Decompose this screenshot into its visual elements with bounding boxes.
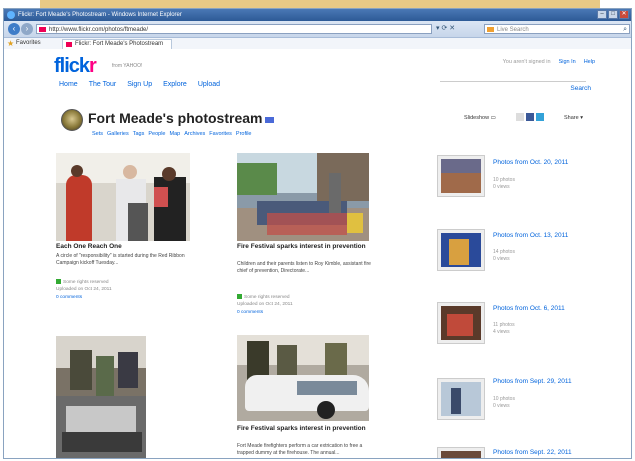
set-count-oct20: 10 photos bbox=[493, 177, 515, 183]
url-text: http://www.flickr.com/photos/ftmeade/ bbox=[49, 27, 149, 33]
email-icon[interactable] bbox=[516, 113, 524, 121]
photo-desc-3: Fort Meade firefighters perform a car ex… bbox=[237, 443, 363, 456]
photostream-subnav: Sets Galleries Tags People Map Archives … bbox=[92, 131, 252, 137]
set-views-oct6: 4 views bbox=[493, 329, 510, 335]
facebook-icon[interactable] bbox=[526, 113, 534, 121]
photo-title-3[interactable]: Fire Festival sparks interest in prevent… bbox=[237, 425, 377, 433]
subnav-sets[interactable]: Sets bbox=[92, 131, 103, 137]
search-placeholder: Live Search bbox=[497, 27, 529, 33]
share-button[interactable]: Share ▾ bbox=[564, 115, 583, 121]
ie-icon bbox=[7, 11, 15, 19]
photo-uploaded-2: Uploaded on Oct 24, 2011 bbox=[237, 302, 293, 307]
sign-in-link[interactable]: Sign In bbox=[559, 59, 576, 65]
set-views-oct20: 0 views bbox=[493, 184, 510, 190]
set-thumb-oct20[interactable] bbox=[437, 155, 485, 197]
photo-each-one-reach-one[interactable] bbox=[56, 153, 190, 241]
flickr-search-input[interactable] bbox=[440, 73, 586, 82]
photo-extrication-left[interactable] bbox=[56, 336, 146, 458]
maximize-button[interactable]: □ bbox=[608, 10, 618, 19]
help-link[interactable]: Help bbox=[584, 59, 595, 65]
twitter-icon[interactable] bbox=[536, 113, 544, 121]
set-count-oct13: 14 photos bbox=[493, 249, 515, 255]
flickr-page: flickr from YAHOO! Home The Tour Sign Up… bbox=[4, 49, 631, 458]
cc-icon bbox=[237, 294, 242, 299]
top-gold-band bbox=[40, 0, 600, 8]
nav-home[interactable]: Home bbox=[59, 81, 78, 88]
address-bar-row: ‹ › http://www.flickr.com/photos/ftmeade… bbox=[4, 21, 631, 38]
subnav-favorites[interactable]: Favorites bbox=[209, 131, 232, 137]
set-title-oct20[interactable]: Photos from Oct. 20, 2011 bbox=[493, 159, 573, 167]
set-title-oct6[interactable]: Photos from Oct. 6, 2011 bbox=[493, 305, 573, 313]
flickr-search-button[interactable]: Search bbox=[570, 85, 591, 92]
subnav-tags[interactable]: Tags bbox=[133, 131, 145, 137]
subnav-galleries[interactable]: Galleries bbox=[107, 131, 129, 137]
contact-icon[interactable] bbox=[265, 117, 274, 123]
set-title-sept29[interactable]: Photos from Sept. 29, 2011 bbox=[493, 378, 573, 386]
minimize-button[interactable]: – bbox=[597, 10, 607, 19]
set-title-oct13[interactable]: Photos from Oct. 13, 2011 bbox=[493, 232, 573, 240]
favorites-star-icon[interactable]: ★ bbox=[7, 38, 14, 49]
set-thumb-oct13[interactable] bbox=[437, 229, 485, 271]
flickr-nav: Home The Tour Sign Up Explore Upload bbox=[59, 81, 220, 88]
live-search-icon bbox=[487, 27, 494, 32]
forward-button[interactable]: › bbox=[21, 23, 33, 35]
photo-comments-1[interactable]: 0 comments bbox=[56, 295, 82, 300]
yahoo-tagline: from YAHOO! bbox=[112, 63, 143, 69]
set-views-oct13: 0 views bbox=[493, 256, 510, 262]
live-search-input[interactable]: Live Search ⌕ bbox=[484, 24, 630, 34]
signin-hint: You aren't signed in bbox=[502, 59, 551, 65]
photo-title-1[interactable]: Each One Reach One bbox=[56, 243, 196, 251]
search-icon[interactable]: ⌕ bbox=[623, 25, 627, 35]
tab-favicon bbox=[66, 42, 72, 47]
tab-label: Flickr: Fort Meade's Photostream bbox=[75, 41, 164, 47]
back-button[interactable]: ‹ bbox=[8, 23, 20, 35]
close-button[interactable]: ✕ bbox=[619, 10, 629, 19]
refresh-stop-buttons[interactable]: ▾ ⟳ ✕ bbox=[436, 24, 476, 34]
nav-signup[interactable]: Sign Up bbox=[127, 81, 152, 88]
photo-rights-2: Some rights reserved bbox=[237, 294, 290, 301]
subnav-people[interactable]: People bbox=[148, 131, 165, 137]
window-title: Flickr: Fort Meade's Photostream - Windo… bbox=[18, 12, 182, 18]
favorites-button[interactable]: Favorites bbox=[16, 38, 41, 49]
photo-rights-1: Some rights reserved bbox=[56, 279, 109, 286]
browser-tab[interactable]: Flickr: Fort Meade's Photostream bbox=[62, 39, 173, 49]
subnav-archives[interactable]: Archives bbox=[184, 131, 205, 137]
nav-explore[interactable]: Explore bbox=[163, 81, 187, 88]
photo-fire-festival-1[interactable] bbox=[237, 153, 369, 241]
window-titlebar: Flickr: Fort Meade's Photostream - Windo… bbox=[4, 9, 631, 21]
set-thumb-oct6[interactable] bbox=[437, 302, 485, 344]
window-controls: – □ ✕ bbox=[597, 10, 629, 19]
subnav-profile[interactable]: Profile bbox=[236, 131, 252, 137]
nav-tour[interactable]: The Tour bbox=[89, 81, 117, 88]
flickr-logo[interactable]: flickr bbox=[54, 55, 97, 78]
set-thumb-sept29[interactable] bbox=[437, 378, 485, 420]
set-count-oct6: 11 photos bbox=[493, 322, 515, 328]
address-input[interactable]: http://www.flickr.com/photos/ftmeade/ bbox=[36, 24, 432, 34]
slideshow-button[interactable]: Slideshow ▭ bbox=[464, 115, 496, 121]
fort-meade-buddy-icon[interactable] bbox=[61, 109, 83, 131]
photo-uploaded-1: Uploaded on Oct 24, 2011 bbox=[56, 287, 112, 292]
flickr-favicon bbox=[39, 27, 46, 32]
set-count-sept29: 10 photos bbox=[493, 396, 515, 402]
set-views-sept29: 0 views bbox=[493, 403, 510, 409]
photo-comments-2[interactable]: 0 comments bbox=[237, 310, 263, 315]
nav-upload[interactable]: Upload bbox=[198, 81, 220, 88]
photo-title-2[interactable]: Fire Festival sparks interest in prevent… bbox=[237, 243, 377, 251]
set-title-sept22[interactable]: Photos from Sept. 22, 2011 bbox=[493, 449, 573, 457]
photo-fire-festival-2[interactable] bbox=[237, 335, 369, 421]
account-links: You aren't signed in Sign In Help bbox=[503, 59, 595, 65]
cc-icon bbox=[56, 279, 61, 284]
subnav-map[interactable]: Map bbox=[169, 131, 180, 137]
photostream-title: Fort Meade's photostream bbox=[88, 110, 263, 126]
browser-window: Flickr: Fort Meade's Photostream - Windo… bbox=[3, 8, 632, 459]
set-thumb-sept22[interactable] bbox=[437, 447, 485, 458]
share-icons bbox=[516, 113, 544, 121]
photo-desc-1: A circle of "responsibility" is started … bbox=[56, 253, 185, 266]
photo-desc-2: Children and their parents listen to Roy… bbox=[237, 261, 371, 274]
